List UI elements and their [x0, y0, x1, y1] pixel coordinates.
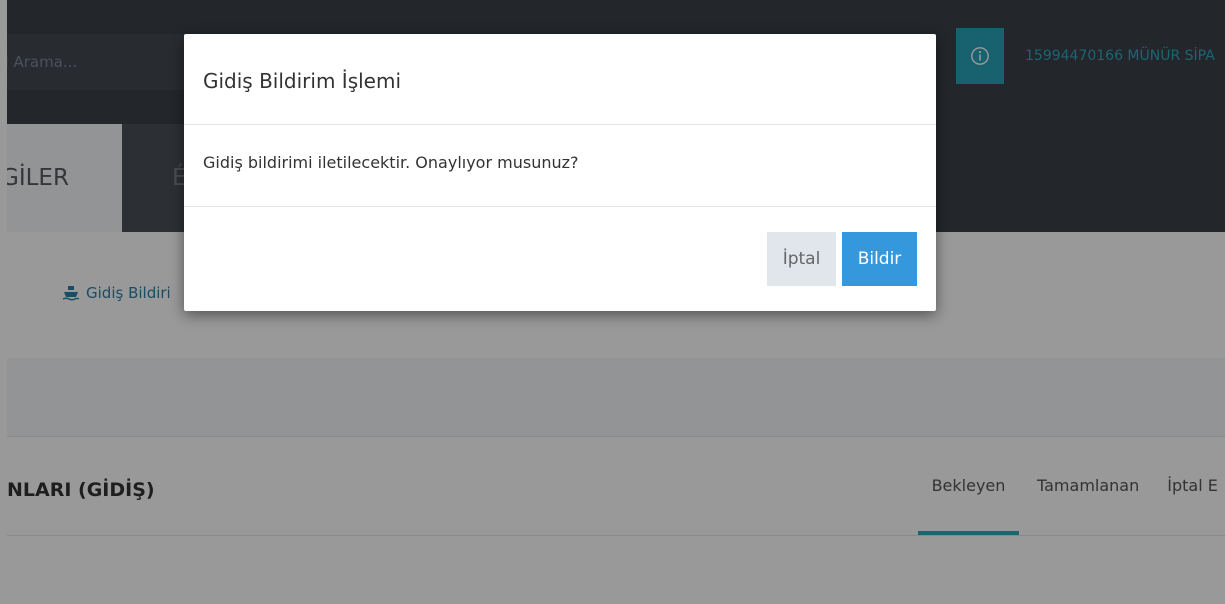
dialog-message: Gidiş bildirimi iletilecektir. Onaylıyor… [203, 153, 579, 172]
dialog-header: Gidiş Bildirim İşlemi [184, 34, 936, 125]
confirm-dialog: Gidiş Bildirim İşlemi Gidiş bildirimi il… [184, 34, 936, 311]
dialog-title: Gidiş Bildirim İşlemi [203, 69, 402, 93]
dialog-body: Gidiş bildirimi iletilecektir. Onaylıyor… [184, 125, 936, 207]
cancel-button[interactable]: İptal [767, 232, 836, 286]
bildir-button[interactable]: Bildir [842, 232, 917, 286]
